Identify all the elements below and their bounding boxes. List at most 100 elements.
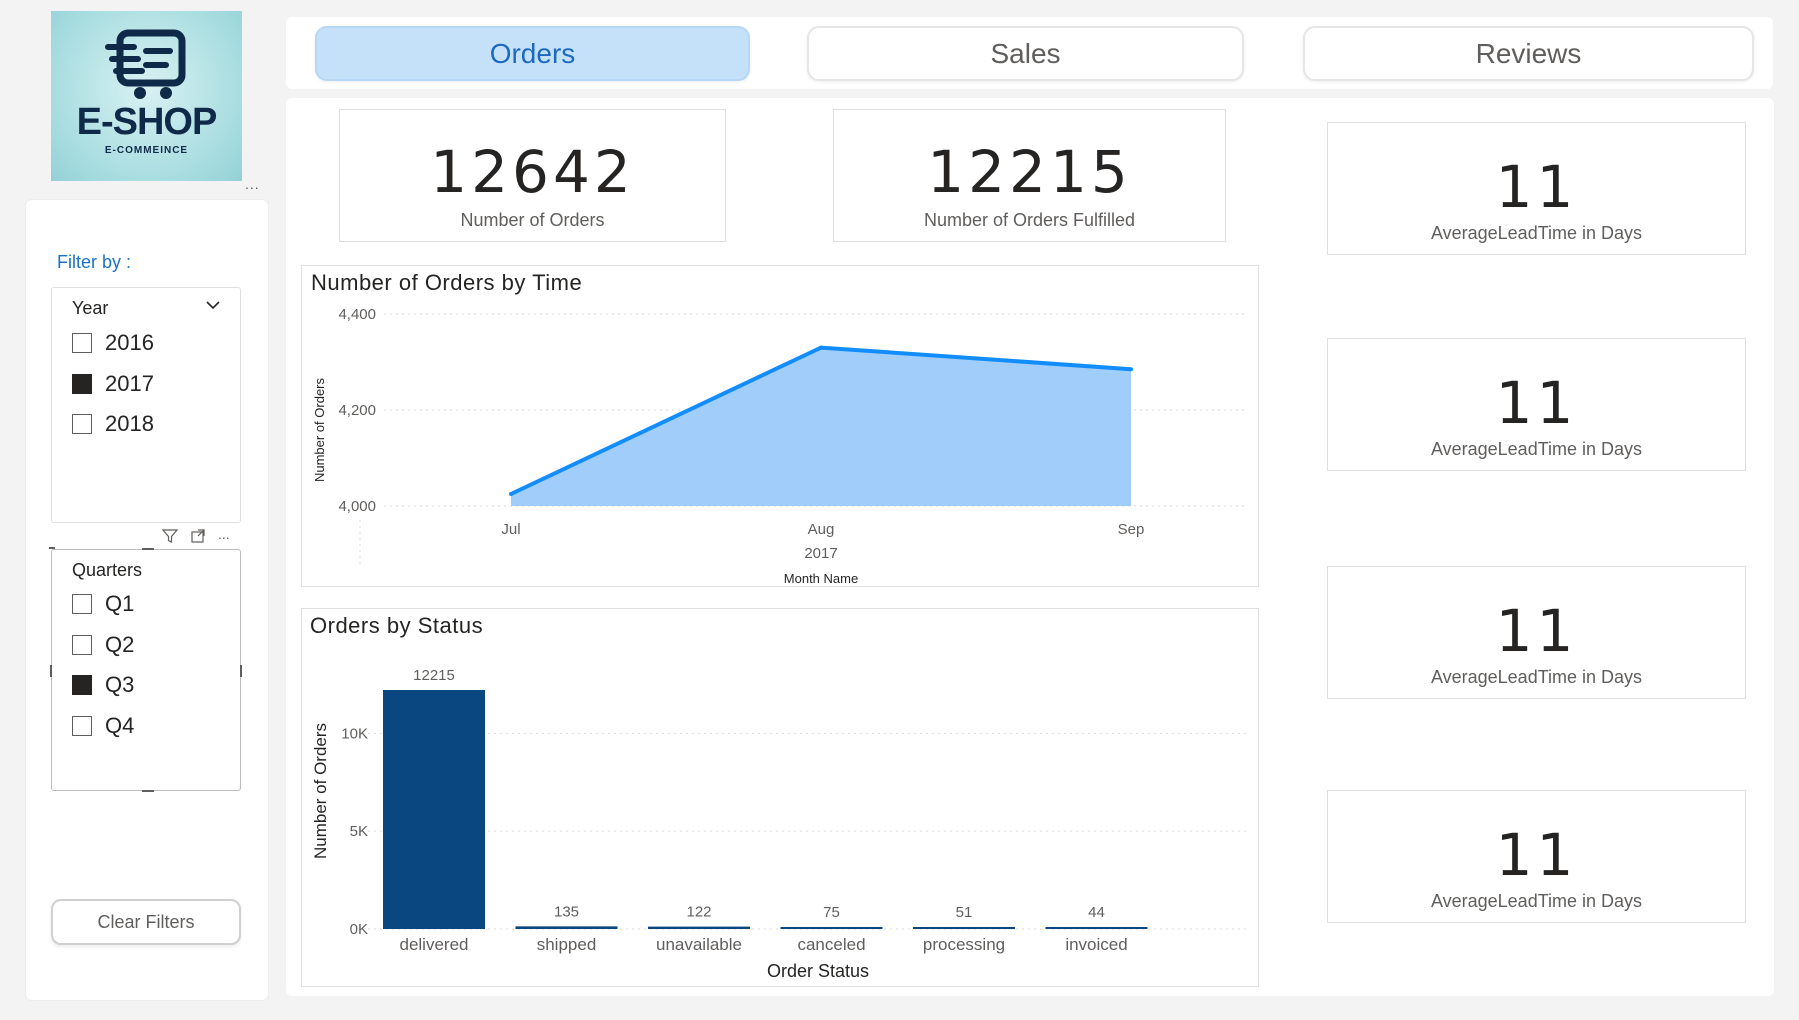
quarter-option-label: Q4 [105, 713, 135, 738]
filter-by-label: Filter by : [57, 252, 132, 272]
resize-handle[interactable] [142, 548, 154, 550]
logo-title: E-SHOP [76, 101, 218, 143]
orders-by-time-chart: Number of Orders by Time 4,000 4,200 4,400… [301, 265, 1259, 587]
bar-canceled [780, 927, 883, 929]
year-option-2018[interactable]: 2018 [72, 410, 154, 438]
resize-handle[interactable] [49, 547, 55, 549]
x-tick-label: Aug [808, 521, 835, 538]
quarter-option-label: Q2 [105, 632, 135, 657]
checkbox-q2[interactable] [72, 635, 92, 655]
kpi-value: 12215 [927, 138, 1132, 206]
y-tick-label: 4,400 [338, 306, 376, 323]
checkbox-q3[interactable] [72, 675, 92, 695]
data-point [509, 492, 513, 496]
lead-time-card: 11 AverageLeadTime in Days [1327, 566, 1746, 699]
year-option-label: 2016 [105, 330, 154, 355]
resize-handle[interactable] [240, 665, 242, 677]
area-fill [511, 347, 1131, 506]
data-label: 44 [1088, 904, 1105, 921]
data-point [819, 345, 823, 350]
data-label: 122 [686, 904, 711, 921]
bar-processing [913, 927, 1015, 929]
chevron-down-icon[interactable] [206, 298, 220, 312]
year-option-label: 2017 [105, 371, 154, 396]
bar-unavailable [648, 926, 750, 929]
eshop-logo: E-SHOP E-COMMEINCE [51, 11, 242, 181]
data-label: 75 [823, 904, 840, 921]
kpi-value: 12642 [430, 138, 635, 206]
more-options-icon[interactable]: ... [218, 527, 230, 544]
bar-delivered [383, 690, 485, 929]
quarters-slicer: Quarters Q1 Q2 Q3 Q4 [49, 547, 242, 792]
checkbox-2017[interactable] [72, 374, 92, 394]
x-axis-title: Order Status [767, 961, 869, 981]
checkbox-q1[interactable] [72, 594, 92, 614]
year-option-2016[interactable]: 2016 [72, 329, 154, 357]
quarter-option-q1[interactable]: Q1 [72, 590, 134, 618]
bar-invoiced [1045, 927, 1148, 929]
kpi-card-orders: 12642 Number of Orders [339, 109, 726, 242]
kpi-card-fulfilled: 12215 Number of Orders Fulfilled [833, 109, 1226, 242]
lead-time-label: AverageLeadTime in Days [1430, 439, 1643, 459]
y-tick-label: 10K [341, 725, 368, 742]
tab-sales[interactable]: Sales [807, 26, 1244, 81]
focus-mode-icon[interactable] [190, 528, 206, 544]
x-tick-label: delivered [400, 935, 469, 954]
bar-shipped [515, 926, 618, 929]
year-option-2017[interactable]: 2017 [72, 370, 154, 398]
lead-time-card: 11 AverageLeadTime in Days [1327, 790, 1746, 923]
checkbox-q4[interactable] [72, 716, 92, 736]
area-chart-svg: 4,000 4,200 4,400 Jul Aug Sep 2017 Month Name Nu… [312, 306, 1247, 586]
lead-time-label: AverageLeadTime in Days [1430, 223, 1643, 243]
lead-time-label: AverageLeadTime in Days [1430, 667, 1643, 687]
quarters-slicer-header: Quarters [72, 560, 143, 580]
lead-time-value: 11 [1495, 369, 1578, 437]
quarter-option-label: Q1 [105, 591, 135, 616]
x-tick-label: unavailable [656, 935, 742, 954]
visual-header-icons: ... [162, 527, 230, 544]
quarter-option-label: Q3 [105, 672, 135, 697]
more-options-icon[interactable]: ... [245, 176, 260, 192]
lead-time-value: 11 [1495, 153, 1578, 221]
x-tick-label: Jul [501, 521, 520, 538]
bar-chart-svg: 0K 5K 10K 12215 delivered 135 shipped 122 unavai… [311, 667, 1247, 981]
tab-orders[interactable]: Orders [315, 26, 750, 81]
x-sublabel: 2017 [804, 545, 837, 562]
y-axis-title: Number of Orders [311, 723, 330, 859]
y-tick-label: 5K [350, 823, 368, 840]
clear-filters-button[interactable]: Clear Filters [51, 899, 241, 945]
x-axis-title: Month Name [784, 571, 858, 586]
lead-time-value: 11 [1495, 821, 1578, 889]
year-slicer-header[interactable]: Year [72, 298, 108, 319]
x-tick-label: processing [923, 935, 1005, 954]
data-label: 135 [554, 903, 579, 920]
resize-handle[interactable] [50, 665, 52, 677]
y-axis-title: Number of Orders [312, 377, 327, 482]
lead-time-card: 11 AverageLeadTime in Days [1327, 338, 1746, 471]
shopping-cart-icon [104, 29, 185, 99]
year-slicer: Year 2016 2017 2018 [51, 287, 241, 523]
tab-reviews[interactable]: Reviews [1303, 26, 1754, 81]
x-tick-label: Sep [1118, 521, 1145, 538]
checkbox-2018[interactable] [72, 414, 92, 434]
year-option-label: 2018 [105, 411, 154, 436]
quarter-option-q2[interactable]: Q2 [72, 631, 134, 659]
quarter-option-q4[interactable]: Q4 [72, 712, 134, 740]
orders-by-status-chart: Orders by Status 0K 5K 10K 12215 delivered 13… [301, 608, 1259, 987]
y-tick-label: 0K [350, 921, 368, 938]
filter-icon[interactable] [162, 528, 178, 544]
data-label: 51 [956, 904, 973, 921]
logo-subtitle: E-COMMEINCE [104, 145, 189, 156]
checkbox-2016[interactable] [72, 333, 92, 353]
lead-time-value: 11 [1495, 597, 1578, 665]
x-tick-label: canceled [797, 935, 865, 954]
quarter-option-q3[interactable]: Q3 [72, 671, 134, 699]
y-tick-label: 4,200 [338, 402, 376, 419]
kpi-label: Number of Orders [460, 210, 605, 230]
x-tick-label: shipped [537, 935, 597, 954]
kpi-label: Number of Orders Fulfilled [923, 210, 1136, 230]
resize-handle[interactable] [142, 790, 154, 792]
lead-time-label: AverageLeadTime in Days [1430, 891, 1643, 911]
x-tick-label: invoiced [1065, 935, 1127, 954]
data-point [1129, 367, 1133, 372]
